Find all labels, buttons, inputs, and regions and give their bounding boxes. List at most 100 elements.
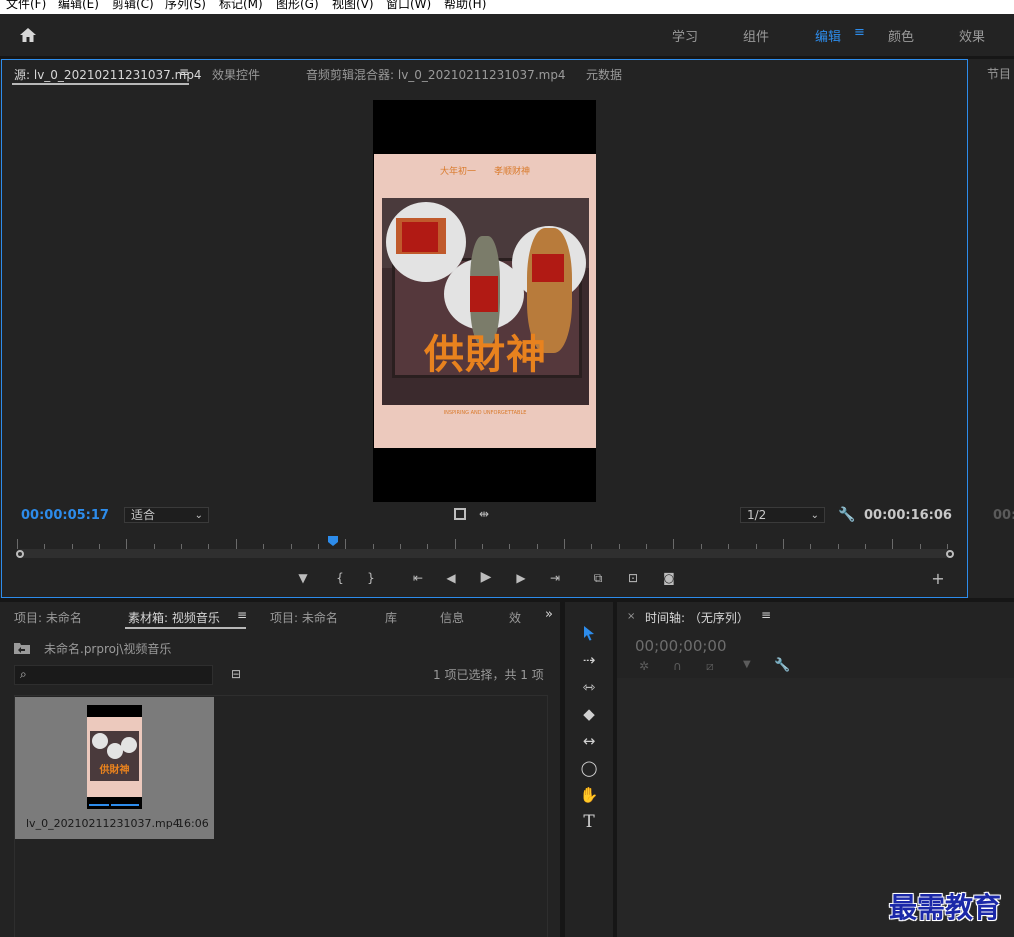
watermark-logo: 最需教育 [889,891,1002,924]
overwrite-icon[interactable]: ⊡ [625,571,641,585]
workspace-editing[interactable]: 编辑 [815,26,841,45]
new-search-bin-icon[interactable]: ⊟ [231,667,241,681]
wrench-icon[interactable]: 🔧 [838,507,855,523]
panel-menu-icon[interactable]: ≡ [761,608,771,622]
chevron-down-icon: ⌄ [194,510,203,521]
selection-tool-icon[interactable] [575,621,603,645]
panel-menu-icon[interactable]: ≡ [179,65,189,79]
resolution-select-value: 1/2 [747,508,767,522]
clip-thumbnail: 供財神 [87,705,142,809]
source-current-timecode[interactable]: 00:00:05:17 [21,508,109,523]
ruler-tick [783,539,784,549]
mark-in-icon[interactable]: { [332,571,348,585]
go-to-out-icon[interactable]: ⇥ [547,571,563,585]
track-select-tool-icon[interactable]: ⇢ [575,648,603,672]
menu-bar: 文件(F) 编辑(E) 剪辑(C) 序列(S) 标记(M) 图形(G) 视图(V… [0,0,1014,14]
nest-icon[interactable]: ✲ [639,659,649,673]
workspace-color[interactable]: 颜色 [888,26,914,45]
tab-audio-clip-mixer[interactable]: 音频剪辑混合器: lv_0_20210211231037.mp4 [306,66,566,83]
menu-edit[interactable]: 编辑(E) [58,0,99,10]
menu-window[interactable]: 窗口(W) [386,0,431,10]
menu-markers[interactable]: 标记(M) [219,0,263,10]
playhead[interactable] [328,535,338,546]
search-icon: ⌕ [20,667,27,681]
add-button-icon[interactable]: + [930,569,946,588]
search-input[interactable]: ⌕ [14,665,213,685]
insert-icon[interactable]: ⧉ [590,571,606,586]
ruler-tick [564,539,565,549]
ruler-tick [126,539,127,549]
go-to-in-icon[interactable]: ⇤ [410,571,426,585]
fit-select-value: 适合 [131,508,156,522]
workspace-menu-icon[interactable]: ≡ [854,25,865,40]
active-tab-underline [12,83,189,85]
program-monitor-panel: 节目 00: [973,59,1014,598]
tab-metadata[interactable]: 元数据 [586,66,622,83]
time-ruler[interactable] [17,537,948,549]
slip-tool-icon[interactable]: ↔ [575,729,603,753]
play-icon[interactable]: ▶ [478,569,494,585]
tab-libraries[interactable]: 库 [385,609,397,626]
workspace-learning[interactable]: 学习 [672,26,698,45]
menu-file[interactable]: 文件(F) [6,0,46,10]
panel-menu-icon[interactable]: ≡ [237,608,247,622]
filmstrip-icon[interactable] [453,507,467,521]
zoom-scrollbar[interactable] [16,549,950,558]
source-duration: 00:00:16:06 [864,508,952,523]
mark-out-icon[interactable]: } [363,571,379,585]
tab-program[interactable]: 节目 [987,65,1011,82]
wrench-icon[interactable]: 🔧 [774,658,790,673]
razor-tool-icon[interactable]: ◆ [575,702,603,726]
tab-effects-truncated[interactable]: 效 [509,609,521,626]
home-icon[interactable] [19,26,37,44]
menu-view[interactable]: 视图(V) [332,0,374,10]
menu-graphics[interactable]: 图形(G) [276,0,319,10]
add-marker-icon[interactable]: ▼ [295,571,311,585]
linked-selection-icon[interactable]: ⧄ [706,659,714,674]
folder-up-icon[interactable] [14,642,30,654]
add-marker-icon[interactable]: ▼ [743,659,751,670]
selection-status: 1 项已选择，共 1 项 [433,668,544,682]
timeline-timecode[interactable]: 00;00;00;00 [635,637,727,655]
tab-bin[interactable]: 素材箱: 视频音乐 [128,609,220,626]
workspace-assembly[interactable]: 组件 [743,26,769,45]
tab-effect-controls[interactable]: 效果控件 [212,66,260,83]
type-tool-icon[interactable]: T [575,810,603,834]
tab-project-1[interactable]: 项目: 未命名 [14,609,82,626]
snap-icon[interactable]: ∩ [673,659,682,673]
clip-thumbnail-tile[interactable]: 供財神 lv_0_20210211231037.mp4 16:06 [15,697,214,839]
ruler-tick [236,539,237,549]
hand-tool-icon[interactable]: ✋ [575,783,603,807]
zoom-handle-right[interactable] [946,550,954,558]
program-timecode: 00: [993,508,1014,523]
menu-help[interactable]: 帮助(H) [444,0,486,10]
ruler-tick [455,539,456,549]
export-frame-icon[interactable]: ◙ [661,571,677,585]
resolution-select[interactable]: 1/2 ⌄ [740,507,825,523]
step-back-icon[interactable]: ◀ [443,571,459,585]
workspace-effects[interactable]: 效果 [959,26,985,45]
chevron-down-icon: ⌄ [810,510,819,521]
overflow-chevron-icon[interactable]: » [545,607,553,622]
ripple-edit-tool-icon[interactable]: ⇿ [575,675,603,699]
tab-source[interactable]: 源: lv_0_20210211231037.mp4 [14,66,202,83]
step-forward-icon[interactable]: ▶ [513,571,529,585]
zoom-handle-left[interactable] [16,550,24,558]
project-panel: 项目: 未命名 素材箱: 视频音乐 ≡ 项目: 未命名 库 信息 效 » 未命名… [0,602,560,937]
clip-name: lv_0_20210211231037.mp4 [26,817,180,830]
fit-select[interactable]: 适合 ⌄ [124,507,209,523]
poster-frame: 大年初一 孝顺财神 供財神 INSPIRING AND UNFORGETTABL… [374,154,596,448]
clip-duration: 16:06 [177,817,209,830]
menu-sequence[interactable]: 序列(S) [165,0,206,10]
ruler-tick [345,539,346,549]
poster-title: 供財神 [424,331,547,378]
menu-clip[interactable]: 剪辑(C) [112,0,154,10]
ellipse-tool-icon[interactable]: ◯ [575,756,603,780]
thumbnail-title: 供財神 [99,765,130,776]
audio-waveform-icon[interactable]: ⇹ [479,507,489,521]
tab-project-2[interactable]: 项目: 未命名 [270,609,338,626]
poster-bottom-line: INSPIRING AND UNFORGETTABLE [443,410,527,416]
ruler-tick [892,539,893,549]
tab-info[interactable]: 信息 [440,609,464,626]
close-icon[interactable]: × [627,611,635,622]
